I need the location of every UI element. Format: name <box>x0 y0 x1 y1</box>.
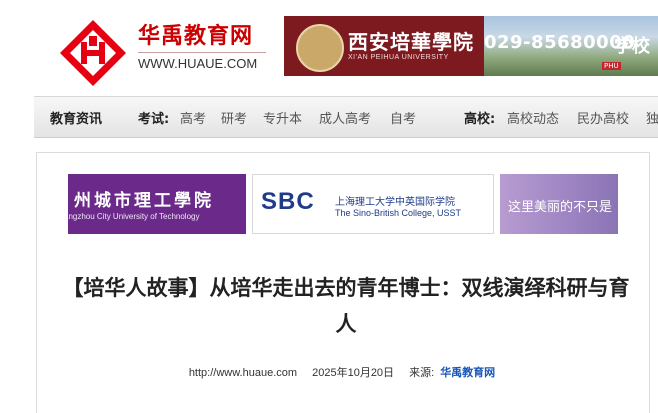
article-source-label: 来源: <box>409 367 435 379</box>
nav-exam-item[interactable]: 研考 <box>221 108 247 127</box>
banner-tag: PHU <box>602 62 621 70</box>
sbc-logo: SBC <box>261 188 315 215</box>
ad-city-university[interactable]: 州城市理工學院 angzhou City University of Techn… <box>68 174 246 234</box>
nav-news[interactable]: 教育资讯 <box>50 108 102 127</box>
article-title: 【培华人故事】从培华走出去的青年博士：双线演绎科研与育人 <box>62 276 630 336</box>
nav-exam-item[interactable]: 专升本 <box>263 108 302 127</box>
university-emblem-icon <box>296 24 344 72</box>
main-nav: 教育资讯 考试: 高考 研考 专升本 成人高考 自考 高校: 高校动态 民办高校… <box>34 96 658 138</box>
nav-college-item[interactable]: 民办高校 <box>577 108 629 127</box>
site-name: 华禹教育网 <box>138 24 254 49</box>
top-banner-ad[interactable]: 西安培華學院 XI'AN PEIHUA UNIVERSITY 029-85680… <box>284 16 658 76</box>
site-logo[interactable]: 华禹教育网 WWW.HUAUE.COM <box>58 18 268 88</box>
ad-sino-british-college[interactable]: SBC 上海理工大学中英国际学院 The Sino-British Colleg… <box>252 174 494 234</box>
ad2-name-en: The Sino-British College, USST <box>335 208 462 218</box>
ad-campus-scenery[interactable]: 这里美丽的不只是 <box>500 174 618 234</box>
banner-phone: 029-85680000 <box>484 32 636 53</box>
nav-college-item[interactable]: 高校动态 <box>507 108 559 127</box>
nav-exam-item[interactable]: 高考 <box>180 108 206 127</box>
ad1-subtitle: angzhou City University of Technology <box>68 212 200 221</box>
nav-exam-item[interactable]: 自考 <box>390 108 416 127</box>
site-url: WWW.HUAUE.COM <box>138 56 258 71</box>
article-url[interactable]: http://www.huaue.com <box>189 367 297 379</box>
huayu-logo-icon <box>60 20 126 86</box>
article-date: 2025年10月20日 <box>312 367 395 379</box>
banner-university-en: XI'AN PEIHUA UNIVERSITY <box>348 54 449 61</box>
ad2-name-cn: 上海理工大学中英国际学院 <box>335 197 455 208</box>
banner-slogan: 学校 <box>614 36 650 57</box>
banner-university-cn: 西安培華學院 <box>348 30 474 54</box>
article-source-link[interactable]: 华禹教育网 <box>440 367 495 379</box>
ad1-title: 州城市理工學院 <box>74 191 214 211</box>
nav-exam-item[interactable]: 成人高考 <box>319 108 371 127</box>
ad3-text: 这里美丽的不只是 <box>508 200 613 215</box>
logo-divider <box>138 52 266 53</box>
article-meta: http://www.huaue.com 2025年10月20日 来源: 华禹教育… <box>36 364 648 380</box>
nav-exam-label: 考试: <box>138 112 170 127</box>
nav-college-label: 高校: <box>464 112 496 127</box>
nav-college-item[interactable]: 独 <box>646 108 658 127</box>
